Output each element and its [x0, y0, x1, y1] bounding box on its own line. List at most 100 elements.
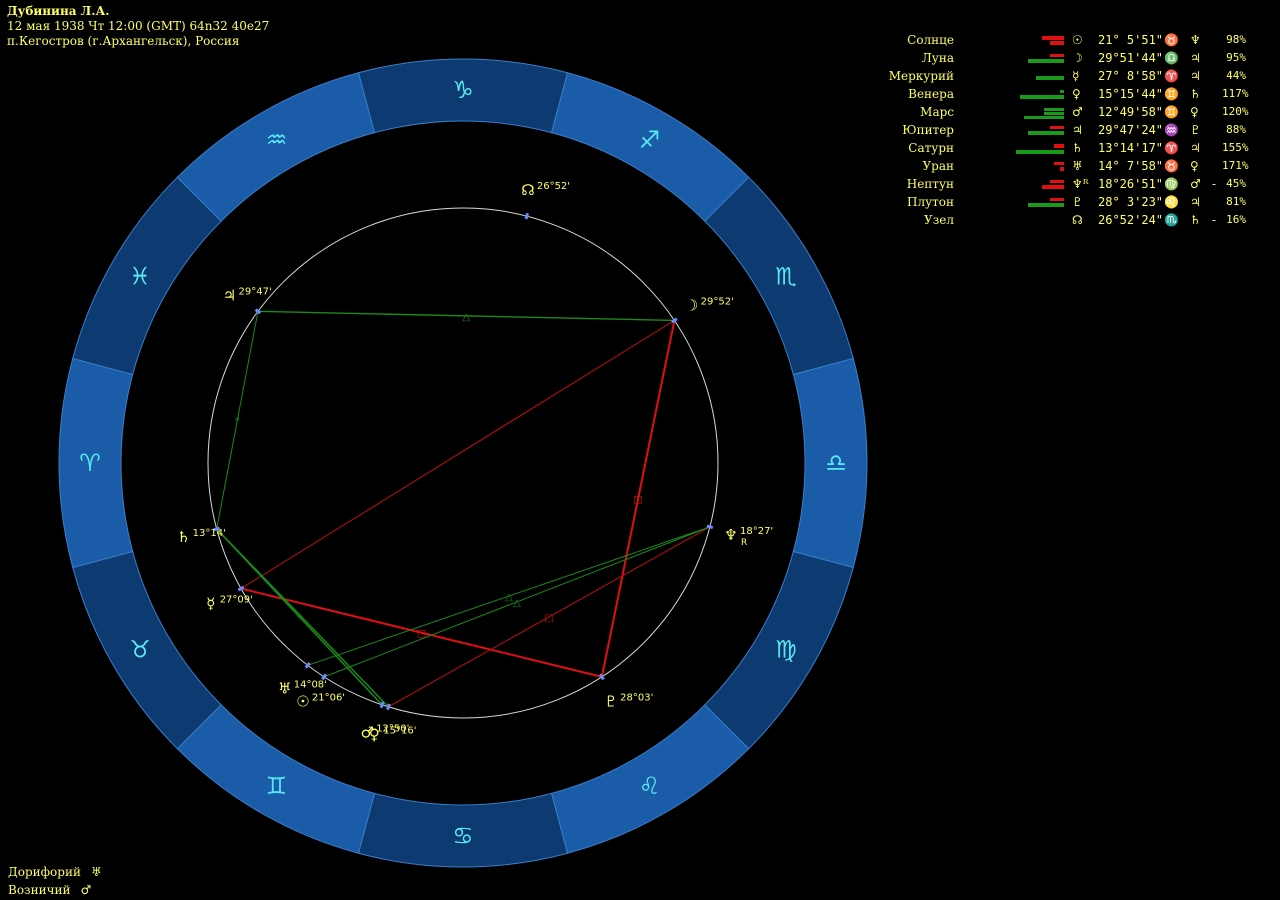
strength-bar — [1042, 185, 1064, 189]
planet-name: Сатурн — [908, 141, 954, 155]
planet-row-5[interactable]: Юпитер ♃ 29°47'24" ♒ ♇ 88% — [902, 122, 1260, 140]
strength-bars — [1014, 52, 1064, 66]
pluto-marker[interactable]: ♇ 28°03' — [604, 692, 653, 710]
mercury-marker[interactable]: ☿ 27°09' — [206, 594, 253, 612]
planet-row-1[interactable]: Луна ☽ 29°51'44" ♎ ♃ 95% — [922, 50, 1260, 68]
saturn-marker[interactable]: ♄ 13°14' — [177, 528, 226, 546]
uranus-degree-label: 14°08' — [294, 680, 327, 691]
planet-row-2[interactable]: Меркурий ☿ 27° 8'58" ♈ ♃ 44% — [889, 68, 1260, 86]
moon-icon: ☽ — [685, 297, 698, 315]
planet-sign-icon: ♊ — [1164, 105, 1179, 119]
aspect-mark-saturn-mars: * — [297, 613, 302, 624]
planet-strength: 44% — [1226, 69, 1246, 82]
planet-strength: 117% — [1222, 87, 1249, 100]
planet-glyph-icon: ☽ — [1072, 51, 1083, 65]
mars-tick — [379, 701, 385, 709]
planet-row-9[interactable]: Плутон ♇ 28° 3'23" ♌ ♃ 81% — [907, 194, 1260, 212]
jupiter-marker[interactable]: ♃ 29°47' — [223, 287, 272, 305]
planet-glyph-icon: ♆ᴿ — [1072, 177, 1089, 191]
planet-retro-mark: - — [1211, 177, 1217, 191]
planet-row-3[interactable]: Венера ♀ 15°15'44" ♊ ♄ 117% — [908, 86, 1260, 104]
planet-strength: 155% — [1222, 141, 1249, 154]
inner-circle — [207, 207, 719, 719]
sun-degree-label: 21°06' — [312, 692, 345, 703]
node-marker[interactable]: ☊ 26°52' — [521, 181, 570, 199]
aspect-mark-neptune-venus: □ — [544, 613, 553, 624]
strength-bars — [1014, 70, 1064, 84]
aspect-mark-moon-pluto: □ — [633, 495, 642, 506]
pisces-sign-icon: ♓ — [129, 263, 151, 291]
moon-marker[interactable]: ☽ 29°52' — [685, 297, 734, 315]
planet-ruler-icon: ♄ — [1190, 87, 1201, 101]
leo-sign-icon: ♌ — [639, 772, 661, 800]
planet-sign-icon: ♒ — [1164, 123, 1179, 137]
strength-bars — [1014, 178, 1064, 192]
strength-bar — [1060, 90, 1064, 93]
planet-name: Марс — [920, 105, 954, 119]
sun-icon: ☉ — [296, 692, 309, 710]
planet-row-7[interactable]: Уран ♅ 14° 7'58" ♉ ♀ 171% — [922, 158, 1260, 176]
strength-bar — [1060, 167, 1064, 171]
aries-sign-icon: ♈ — [79, 449, 101, 477]
aspect-lines: △*□□□△△* — [216, 310, 711, 708]
strength-bar — [1016, 150, 1064, 154]
strength-bar — [1050, 54, 1064, 57]
mercury-icon: ☿ — [206, 594, 215, 612]
planet-row-10[interactable]: Узел ☊ 26°52'24" ♏ ♄ -16% — [924, 212, 1260, 230]
gemini-sign-icon: ♊ — [266, 772, 288, 800]
planet-degree: 14° 7'58" — [1098, 159, 1164, 173]
capricorn-sign-icon: ♑ — [452, 76, 474, 104]
planet-name: Нептун — [906, 177, 954, 191]
neptune-degree-label: 18°27' — [740, 526, 773, 537]
strength-bars — [1014, 142, 1064, 156]
taurus-sign-icon: ♉ — [129, 636, 151, 664]
sun-marker[interactable]: ☉ 21°06' — [296, 692, 345, 710]
strength-bar — [1028, 59, 1064, 63]
footer-stars: Дорифорий ♅ Возничий ♂ — [8, 863, 102, 899]
jupiter-tick — [254, 308, 262, 315]
node-icon: ☊ — [521, 181, 534, 199]
strength-bars — [1014, 124, 1064, 138]
planet-glyph-icon: ☿ — [1072, 69, 1080, 83]
planet-glyph-icon: ♅ — [1072, 159, 1083, 173]
strength-bar — [1050, 180, 1064, 183]
planet-ruler-icon: ♃ — [1190, 195, 1201, 209]
aspect-mark-jupiter-saturn: * — [235, 416, 240, 427]
strength-bar — [1028, 131, 1064, 135]
planet-row-8[interactable]: Нептун ♆ᴿ 18°26'51" ♍ ♂ -45% — [907, 176, 1260, 194]
planet-sign-icon: ♈ — [1164, 69, 1179, 83]
planet-degree: 13°14'17" — [1098, 141, 1164, 155]
planet-table: Солнце ☉ 21° 5'51" ♉ ♆ 98% Луна ☽ 29°51'44" ♎ ♃ 95%… — [889, 32, 1260, 230]
star-ruler-icon: ♂ — [80, 883, 92, 897]
neptune-marker[interactable]: ♆ 18°27'R — [724, 526, 773, 548]
planet-degree: 28° 3'23" — [1098, 195, 1164, 209]
jupiter-icon: ♃ — [223, 287, 236, 305]
planet-row-0[interactable]: Солнце ☉ 21° 5'51" ♉ ♆ 98% — [907, 32, 1260, 50]
strength-bar — [1044, 112, 1064, 115]
planet-degree: 15°15'44" — [1098, 87, 1164, 101]
planet-glyph-icon: ♂ — [1072, 105, 1083, 119]
planet-degree: 26°52'24" — [1098, 213, 1164, 227]
scorpio-sign-icon: ♏ — [775, 263, 797, 291]
mercury-degree-label: 27°09' — [220, 594, 253, 605]
libra-sign-icon: ♎ — [825, 449, 847, 477]
planet-row-6[interactable]: Сатурн ♄ 13°14'17" ♈ ♃ 155% — [908, 140, 1260, 158]
planet-ruler-icon: ♃ — [1190, 141, 1201, 155]
saturn-icon: ♄ — [177, 528, 190, 546]
planet-degree: 18°26'51" — [1098, 177, 1164, 191]
aquarius-sign-icon: ♒ — [266, 126, 288, 154]
planet-glyph-icon: ☊ — [1072, 213, 1083, 227]
planet-ruler-icon: ♇ — [1190, 123, 1201, 137]
star-ruler-icon: ♅ — [90, 865, 102, 879]
aspect-moon-mercury — [240, 319, 675, 589]
planet-glyph-icon: ♃ — [1072, 123, 1083, 137]
mars-icon: ♂ — [360, 723, 373, 741]
planet-name: Меркурий — [888, 69, 954, 83]
planet-sign-icon: ♎ — [1164, 51, 1179, 65]
mars-marker[interactable]: ♂ 12°50' — [360, 723, 409, 741]
planet-strength: 45% — [1226, 177, 1246, 190]
planet-row-4[interactable]: Марс ♂ 12°49'58" ♊ ♀ 120% — [920, 104, 1260, 122]
aspect-mark-neptune-sun: △ — [513, 598, 521, 609]
planet-degree: 29°51'44" — [1098, 51, 1164, 65]
planet-strength: 171% — [1222, 159, 1249, 172]
